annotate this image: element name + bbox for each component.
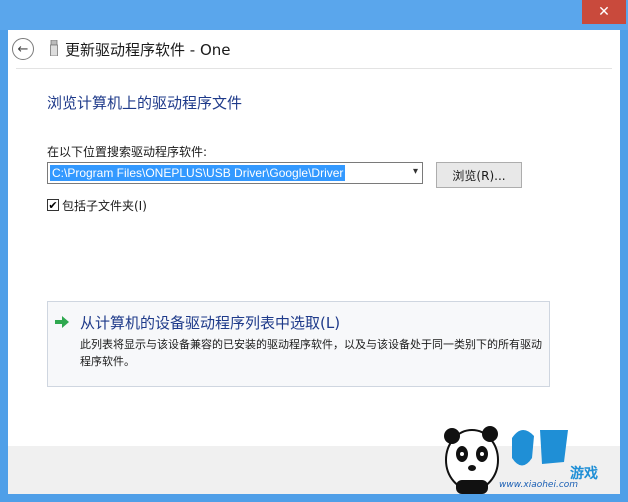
include-subfolders-label: 包括子文件夹(I) [62, 198, 147, 213]
path-input-value[interactable]: C:\Program Files\ONEPLUS\USB Driver\Goog… [50, 165, 346, 181]
search-location-label: 在以下位置搜索驱动程序软件: [47, 145, 208, 159]
pick-option-description: 此列表将显示与该设备兼容的已安装的驱动程序软件，以及与该设备处于同一类别下的所有… [80, 338, 542, 368]
back-button[interactable]: ← [12, 38, 34, 60]
window-title: 更新驱动程序软件 - One [65, 41, 231, 59]
content-panel: 浏览计算机上的驱动程序文件 在以下位置搜索驱动程序软件: C:\Program … [16, 68, 612, 448]
close-icon: ✕ [598, 4, 610, 20]
pick-option-title[interactable]: 从计算机的设备驱动程序列表中选取(L) [80, 312, 340, 333]
browse-button[interactable]: 浏览(R)... [436, 162, 522, 188]
pick-from-list-option[interactable]: 从计算机的设备驱动程序列表中选取(L) 此列表将显示与该设备兼容的已安装的驱动程… [47, 301, 550, 387]
window-titlebar: ✕ [0, 0, 628, 30]
check-icon: ✔ [48, 198, 58, 212]
device-icon [50, 40, 58, 56]
back-icon: ← [17, 41, 29, 57]
close-button[interactable]: ✕ [582, 0, 626, 24]
include-subfolders-row[interactable]: ✔ 包括子文件夹(I) [47, 197, 147, 213]
include-subfolders-checkbox[interactable]: ✔ [47, 199, 59, 211]
watermark-url: www.xiaohei.com [499, 480, 579, 490]
chevron-down-icon[interactable]: ▾ [413, 166, 418, 177]
page-heading: 浏览计算机上的驱动程序文件 [47, 94, 243, 112]
dialog-header: ← 更新驱动程序软件 - One [8, 30, 620, 68]
green-arrow-icon [55, 316, 69, 328]
path-combobox[interactable]: C:\Program Files\ONEPLUS\USB Driver\Goog… [47, 162, 423, 184]
panda-logo: 游戏 www.xiaohei.com [442, 418, 622, 498]
